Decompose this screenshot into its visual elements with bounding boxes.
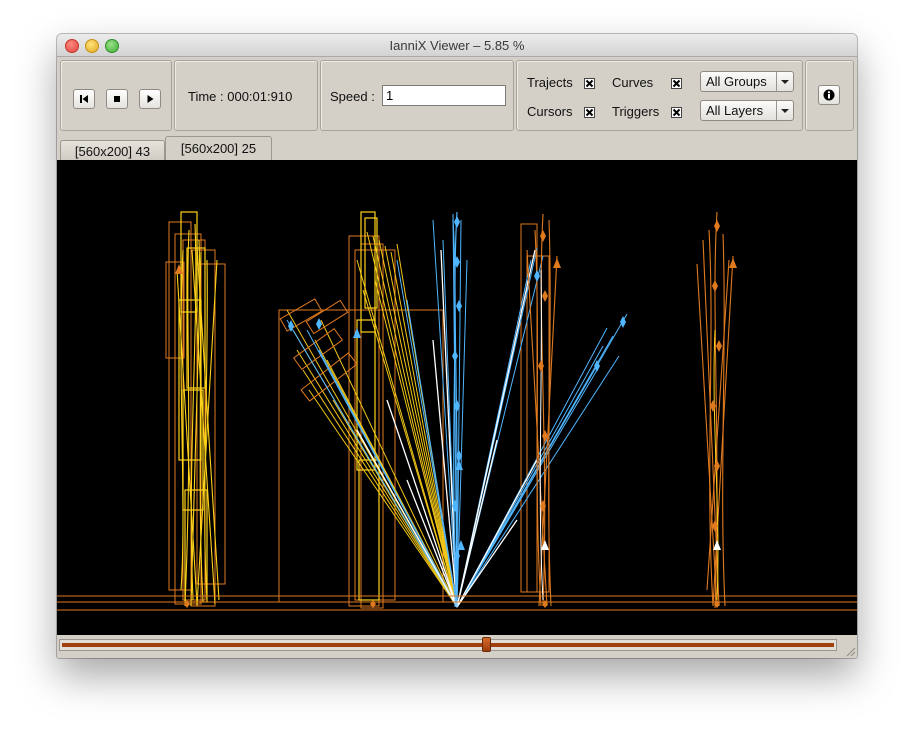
score-tabs: [560x200] 43 [560x200] 25 — [57, 136, 857, 161]
info-icon — [823, 89, 835, 101]
tab-score-25[interactable]: [560x200] 25 — [165, 136, 272, 161]
cursors-label: Cursors — [527, 104, 573, 119]
info-panel — [805, 60, 854, 131]
layers-select-value: All Layers — [706, 103, 764, 118]
speed-label: Speed : — [330, 89, 375, 104]
score-visualization[interactable] — [57, 160, 857, 635]
trajects-checkbox[interactable] — [584, 78, 595, 89]
checkmark-x-icon — [672, 79, 681, 88]
toolbar: Time : 000:01:910 Speed : Trajects Curve… — [57, 57, 857, 136]
skip-to-start-icon — [80, 95, 88, 103]
viewer-window: IanniX Viewer – 5.85 % Time: 000:01:910… — [57, 34, 857, 658]
trajects-label: Trajects — [527, 75, 573, 90]
triggers-label: Triggers — [612, 104, 660, 119]
timeline-fill — [62, 643, 834, 647]
speed-panel: Speed : — [320, 60, 514, 131]
tab-score-43[interactable]: [560x200] 43 — [60, 140, 165, 161]
groups-select-value: All Groups — [706, 74, 767, 89]
transport-panel — [60, 60, 172, 131]
triggers-checkbox[interactable] — [671, 107, 682, 118]
groups-select[interactable]: All Groups — [700, 71, 794, 92]
checkmark-x-icon — [585, 79, 594, 88]
speed-input[interactable] — [382, 85, 506, 106]
stop-button[interactable] — [106, 89, 128, 109]
checkmark-x-icon — [672, 108, 681, 117]
chevron-down-icon — [776, 101, 793, 120]
time-display: Time : 000:01:910 — [188, 89, 293, 104]
chevron-down-icon — [776, 72, 793, 91]
window-title: IanniX Viewer – 5.85 % — [389, 38, 525, 53]
resize-grip-icon[interactable] — [844, 645, 856, 657]
layers-select[interactable]: All Layers — [700, 100, 794, 121]
info-button[interactable] — [818, 85, 840, 105]
title-bar[interactable]: IanniX Viewer – 5.85 % — [57, 34, 857, 57]
play-icon — [147, 95, 154, 103]
display-options-panel: Trajects Curves Cursors Triggers All Gro… — [516, 60, 803, 131]
score-canvas[interactable] — [57, 160, 857, 635]
curves-label: Curves — [612, 75, 654, 90]
curves-checkbox[interactable] — [671, 78, 682, 89]
stop-icon — [114, 96, 120, 102]
play-button[interactable] — [139, 89, 161, 109]
timeline-scrollbar[interactable] — [57, 635, 857, 658]
cursors-checkbox[interactable] — [584, 107, 595, 118]
timeline-handle[interactable] — [482, 637, 491, 652]
timeline-track[interactable] — [59, 639, 837, 651]
checkmark-x-icon — [585, 108, 594, 117]
rewind-button[interactable] — [73, 89, 95, 109]
time-panel: Time : 000:01:910 — [174, 60, 318, 131]
